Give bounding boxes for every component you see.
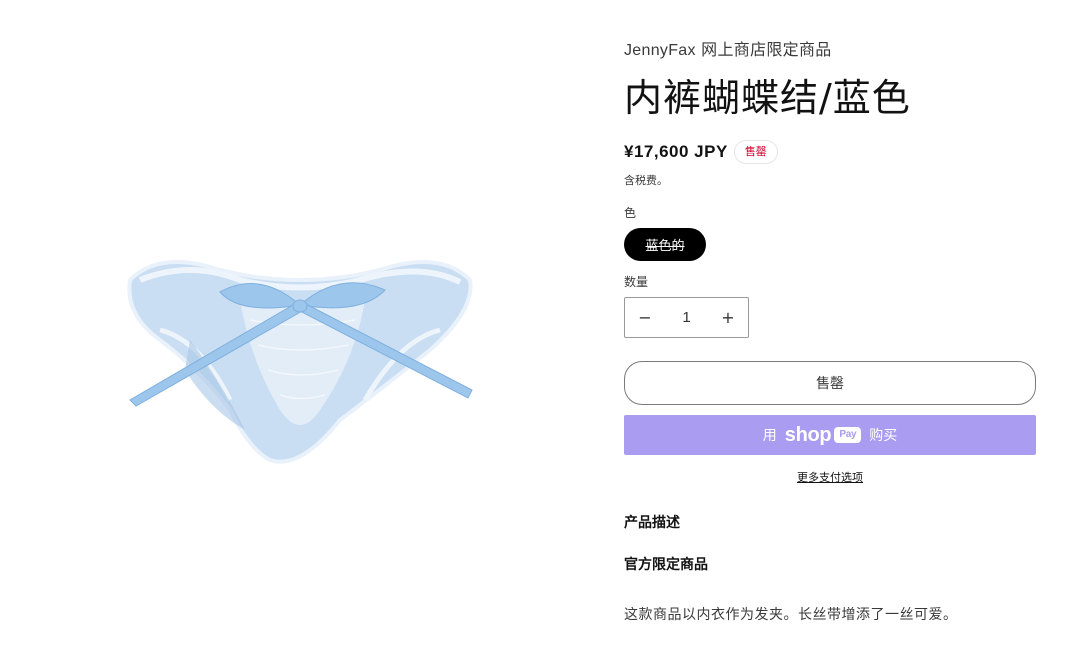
price-row: ¥17,600 JPY 售罄 [624, 138, 1036, 166]
shop-pay-logo: shop Pay [784, 423, 862, 447]
product-info: JennyFax 网上商店限定商品 内裤蝴蝶结/蓝色 ¥17,600 JPY 售… [624, 36, 1036, 624]
description-heading: 产品描述 [624, 515, 680, 531]
product-image[interactable] [100, 220, 500, 500]
quantity-increase-button[interactable]: + [708, 308, 748, 327]
vendor-suffix: 网上商店限定商品 [695, 40, 832, 59]
product-price: ¥17,600 JPY [624, 142, 728, 161]
description-text: 这款商品以内衣作为发夹。长丝带增添了一丝可爱。 [624, 607, 958, 623]
shop-pay-button[interactable]: 用 shop Pay 购买 [624, 415, 1036, 455]
variant-label: 色 [624, 206, 637, 220]
variant-option-blue[interactable]: 蓝色的 [624, 228, 706, 261]
vendor-brand: JennyFax [624, 42, 696, 59]
vendor-line: JennyFax 网上商店限定商品 [624, 36, 1036, 64]
description-subheading: 官方限定商品 [624, 557, 708, 573]
more-payment-options-link[interactable]: 更多支付选项 [624, 469, 1036, 485]
sold-out-badge: 售罄 [733, 140, 778, 164]
shop-word: shop [784, 423, 832, 446]
quantity-label: 数量 [624, 275, 649, 289]
product-photo-illustration [127, 260, 473, 464]
tax-note: 含税费。 [624, 174, 668, 187]
shop-pay-suffix: 购买 [869, 428, 898, 444]
product-title: 内裤蝴蝶结/蓝色 [624, 76, 911, 120]
add-to-cart-button[interactable]: 售罄 [624, 361, 1036, 405]
quantity-decrease-button[interactable]: − [625, 308, 665, 327]
pay-box: Pay [834, 427, 862, 443]
product-page: JennyFax 网上商店限定商品 内裤蝴蝶结/蓝色 ¥17,600 JPY 售… [0, 0, 1080, 650]
shop-pay-prefix: 用 [762, 428, 777, 444]
quantity-stepper: − 1 + [624, 297, 749, 338]
quantity-input[interactable]: 1 [667, 309, 707, 326]
